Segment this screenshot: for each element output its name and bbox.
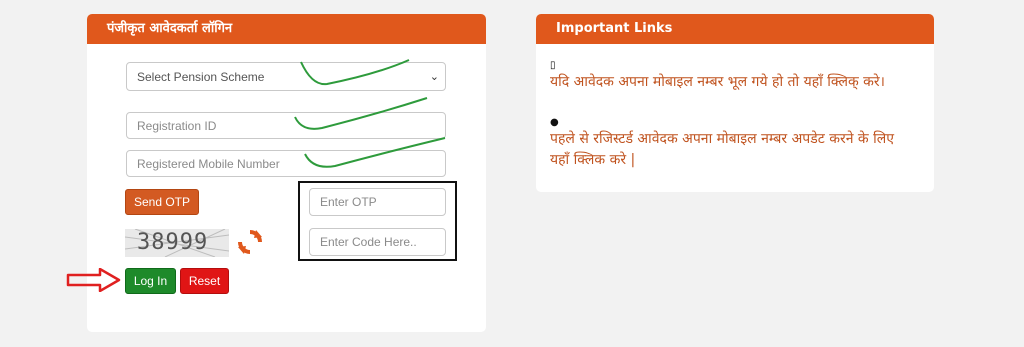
login-panel: पंजीकृत आवेदकर्ता लॉगिन Select Pension S… [87,14,486,332]
login-button[interactable]: Log In [125,268,176,294]
link-update-mobile-text: पहले से रजिस्टर्ड आवेदक अपना मोबाइल नम्ब… [550,131,894,168]
send-otp-button[interactable]: Send OTP [125,189,199,215]
user-icon: ● [550,117,559,128]
captcha-text: 38999 [137,230,209,255]
important-links-header: Important Links [536,14,934,44]
check-mark-mobile [304,137,446,168]
captcha-code-input[interactable]: Enter Code Here.. [309,228,446,256]
important-links-panel: Important Links ▯ यदि आवेदक अपना मोबाइल … [536,14,934,192]
link-forgot-mobile-text: यदि आवेदक अपना मोबाइल नम्बर भूल गये हो त… [550,74,885,90]
refresh-captcha-icon[interactable] [237,229,263,255]
otp-input[interactable]: Enter OTP [309,188,446,216]
link-forgot-mobile[interactable]: ▯ यदि आवेदक अपना मोबाइल नम्बर भूल गये हो… [550,60,930,93]
reset-button[interactable]: Reset [180,268,229,294]
captcha-code-placeholder: Enter Code Here.. [320,235,417,249]
link-update-mobile[interactable]: ● पहले से रजिस्टर्ड आवेदक अपना मोबाइल नम… [550,117,900,171]
captcha-image: 38999 [125,229,229,257]
otp-placeholder: Enter OTP [320,195,377,209]
check-mark-scheme [300,59,410,86]
mobile-icon: ▯ [550,60,556,71]
arrow-right-icon [66,268,121,292]
check-mark-registration [294,97,428,130]
